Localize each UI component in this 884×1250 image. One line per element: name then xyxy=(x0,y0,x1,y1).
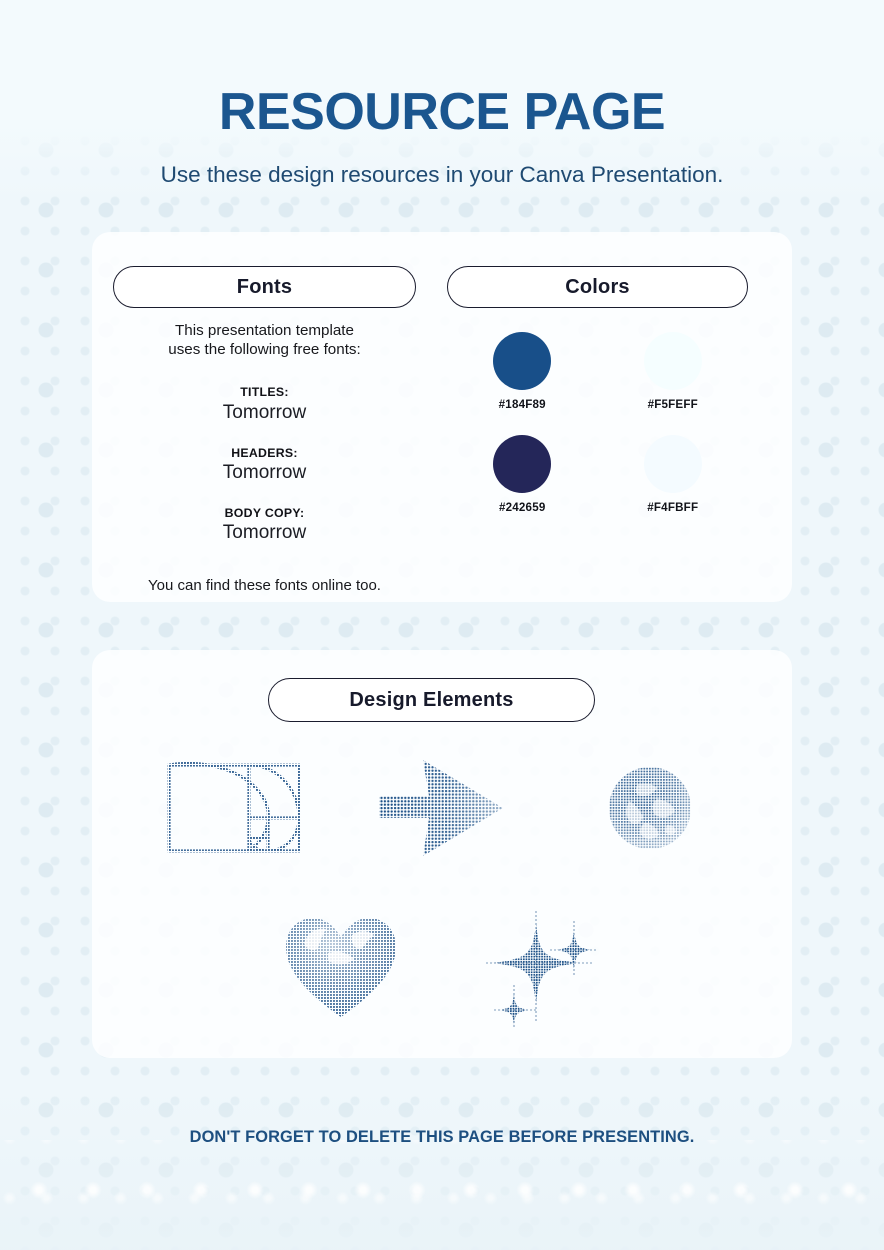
color-swatch-dot-2 xyxy=(643,332,702,390)
design-elements-heading-label: Design Elements xyxy=(349,688,514,711)
design-element-sparkles[interactable] xyxy=(468,908,618,1028)
font-role-headers: HEADERS: xyxy=(231,445,298,460)
page-title: RESOURCE PAGE xyxy=(218,83,666,141)
delete-page-reminder: DON'T FORGET TO DELETE THIS PAGE BEFORE … xyxy=(189,1128,695,1146)
page-subtitle: Use these design resources in your Canva… xyxy=(160,162,724,187)
font-group-titles: TITLES: Tomorrow xyxy=(113,386,416,423)
fonts-heading-label: Fonts xyxy=(236,275,293,298)
arrow-right-icon xyxy=(377,756,507,860)
color-swatch-2: #F5FEFF xyxy=(598,332,749,411)
design-elements-card: Design Elements xyxy=(92,650,792,1058)
color-swatch-dot-1 xyxy=(493,332,552,390)
fonts-intro-line-1: This presentation template xyxy=(175,322,354,339)
color-swatch-label-1: #184F89 xyxy=(498,398,546,411)
colors-section-heading: Colors xyxy=(447,266,748,308)
colors-heading-label: Colors xyxy=(565,275,630,298)
background-bottom-fade xyxy=(0,1090,884,1250)
design-element-golden-ratio[interactable] xyxy=(159,748,309,868)
resource-page: RESOURCE PAGE Use these design resources… xyxy=(0,0,884,1250)
color-swatch-label-2: #F5FEFF xyxy=(647,398,698,411)
font-name-body-copy: Tomorrow xyxy=(222,522,307,544)
design-elements-row-2 xyxy=(92,908,792,1028)
fonts-section-heading: Fonts xyxy=(113,266,416,308)
fonts-intro-line-2: uses the following free fonts: xyxy=(168,340,361,358)
background-sparkle-pattern xyxy=(0,1140,884,1250)
font-group-body-copy: BODY COPY: Tomorrow xyxy=(113,505,416,544)
fonts-footnote: You can find these fonts online too. xyxy=(148,577,381,595)
page-header: RESOURCE PAGE Use these design resources… xyxy=(0,86,884,187)
fonts-column: This presentation template uses the foll… xyxy=(113,322,416,595)
font-name-titles: Tomorrow xyxy=(222,401,307,423)
font-role-titles: TITLES: xyxy=(240,385,289,400)
color-swatch-dot-4 xyxy=(643,434,702,493)
design-element-heart[interactable] xyxy=(266,908,416,1028)
font-group-headers: HEADERS: Tomorrow xyxy=(113,445,416,484)
golden-ratio-spiral-icon xyxy=(166,762,302,854)
design-elements-heading: Design Elements xyxy=(268,678,595,722)
sparkle-stars-icon xyxy=(484,909,602,1027)
background-dot-pattern-large xyxy=(0,0,884,1250)
color-swatch-4: #F4FBFF xyxy=(598,434,749,514)
globe-earth-icon xyxy=(607,765,693,851)
color-swatch-1: #184F89 xyxy=(447,332,598,411)
font-name-headers: Tomorrow xyxy=(222,462,307,484)
design-elements-row-1 xyxy=(92,748,792,868)
color-swatch-label-3: #242659 xyxy=(498,500,546,514)
color-swatch-dot-3 xyxy=(493,434,552,493)
background-dot-pattern-small xyxy=(0,0,884,1250)
color-swatch-3: #242659 xyxy=(447,434,598,514)
resources-card: Fonts Colors This presentation template … xyxy=(92,232,792,602)
fonts-intro: This presentation template uses the foll… xyxy=(113,322,416,359)
design-element-arrow[interactable] xyxy=(367,748,517,868)
colors-grid: #184F89 #F5FEFF #242659 #F4FBFF xyxy=(447,332,748,513)
font-role-body-copy: BODY COPY: xyxy=(224,505,305,520)
color-swatch-label-4: #F4FBFF xyxy=(647,500,699,514)
design-element-globe[interactable] xyxy=(575,748,725,868)
heart-icon xyxy=(282,913,400,1023)
